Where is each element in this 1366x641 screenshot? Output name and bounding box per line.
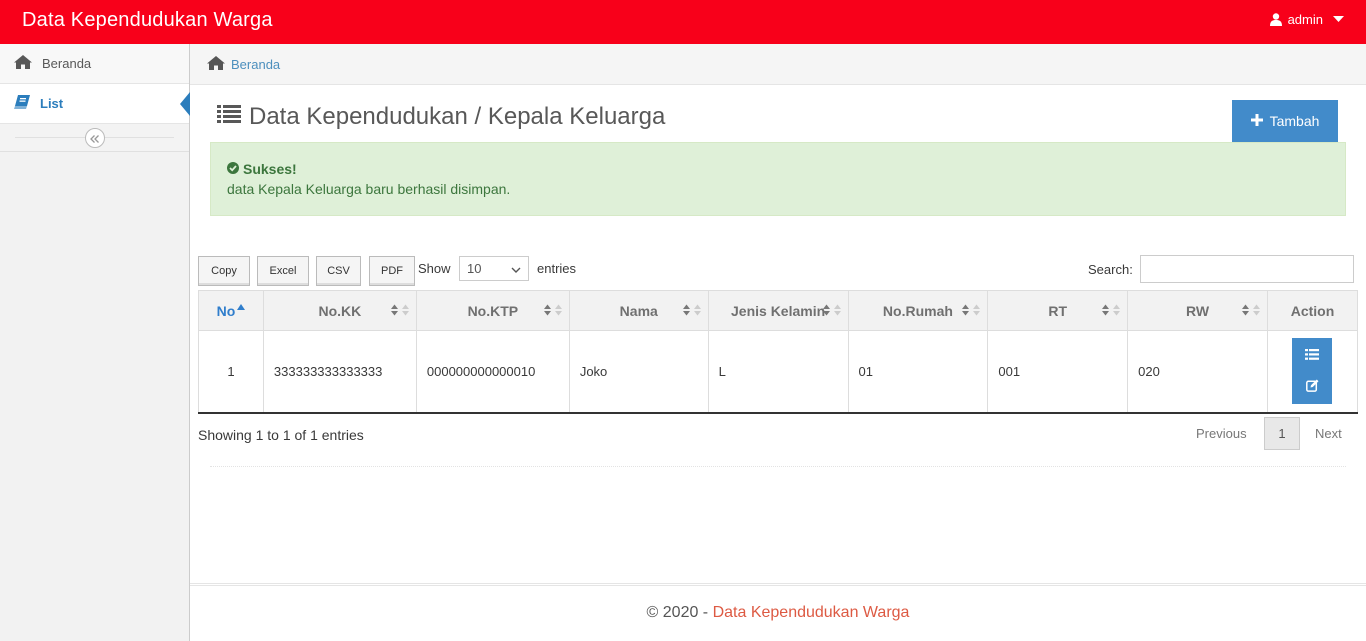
- alert-title: Sukses!: [243, 161, 297, 177]
- footer-brand: Data Kependudukan Warga: [712, 604, 910, 621]
- csv-button[interactable]: CSV: [316, 256, 361, 286]
- sort-icon: [390, 304, 410, 316]
- column-header-no-kk[interactable]: No.KK: [262, 290, 417, 331]
- sidebar: Beranda List: [0, 44, 190, 641]
- table-row: 1 333333333333333 000000000000010 Joko L…: [198, 330, 1359, 413]
- cell-jenis-kelamin: L: [707, 330, 849, 413]
- footer-copyright: © 2020 -: [646, 604, 713, 621]
- entries-label: entries: [537, 261, 577, 276]
- edit-icon[interactable]: [1306, 379, 1319, 395]
- cell-rt: 001: [987, 330, 1129, 413]
- sidebar-item-list[interactable]: List: [0, 84, 190, 124]
- cell-no-rumah: 01: [847, 330, 989, 413]
- sidebar-collapse: [0, 124, 189, 152]
- home-icon: [207, 55, 225, 73]
- search-label: Search:: [1088, 262, 1133, 277]
- cell-no: 1: [198, 330, 264, 413]
- sort-icon: [543, 304, 563, 316]
- table-header-row: No No.KK No.KTP Nama Jenis Kelamin No.Ru…: [198, 290, 1359, 331]
- column-header-no-rumah[interactable]: No.Rumah: [847, 290, 989, 331]
- pdf-button[interactable]: PDF: [369, 256, 415, 286]
- page-title-text: Data Kependudukan / Kepala Keluarga: [249, 103, 666, 130]
- sidebar-item-beranda[interactable]: Beranda: [0, 44, 189, 84]
- breadcrumb: Beranda: [190, 44, 1366, 85]
- column-header-no-ktp[interactable]: No.KTP: [415, 290, 570, 331]
- active-pointer: [180, 92, 190, 116]
- cell-action: [1266, 330, 1359, 413]
- column-header-action: Action: [1266, 290, 1359, 331]
- success-alert: Sukses! data Kepala Keluarga baru berhas…: [210, 142, 1346, 216]
- divider: [210, 466, 1346, 467]
- sort-icon: [682, 304, 702, 316]
- excel-button[interactable]: Excel: [257, 256, 309, 286]
- user-name: admin: [1287, 12, 1323, 27]
- add-button-label: Tambah: [1269, 113, 1320, 129]
- pagination-next[interactable]: Next: [1315, 426, 1342, 441]
- chevron-down-icon: [511, 261, 521, 276]
- column-header-jenis-kelamin[interactable]: Jenis Kelamin: [707, 290, 849, 331]
- caret-down-icon: [1333, 16, 1344, 23]
- book-icon: [14, 95, 30, 112]
- navbar: Data Kependudukan Warga admin: [0, 0, 1366, 44]
- sidebar-item-label: Beranda: [42, 56, 92, 71]
- user-menu[interactable]: admin: [1269, 12, 1344, 27]
- cell-nama: Joko: [568, 330, 709, 413]
- search-input[interactable]: [1140, 255, 1354, 283]
- action-buttons: [1292, 338, 1333, 405]
- list-icon: [217, 103, 241, 131]
- footer-divider: [190, 583, 1366, 586]
- column-header-nama[interactable]: Nama: [568, 290, 709, 331]
- show-label: Show: [418, 261, 451, 276]
- detail-list-icon[interactable]: [1305, 348, 1320, 363]
- column-header-rw[interactable]: RW: [1127, 290, 1268, 331]
- sort-icon: [961, 304, 981, 316]
- sort-icon: [1101, 304, 1121, 316]
- navbar-brand[interactable]: Data Kependudukan Warga: [22, 9, 273, 32]
- page-length-value: 10: [467, 261, 482, 276]
- user-icon: [1269, 13, 1282, 26]
- sidebar-collapse-button[interactable]: [85, 128, 105, 148]
- cell-rw: 020: [1127, 330, 1268, 413]
- add-button[interactable]: Tambah: [1232, 100, 1338, 142]
- page-title: Data Kependudukan / Kepala Keluarga: [217, 103, 665, 131]
- table-info: Showing 1 to 1 of 1 entries: [198, 427, 364, 443]
- sidebar-item-label: List: [40, 96, 64, 111]
- sort-icon: [1241, 304, 1261, 316]
- copy-button[interactable]: Copy: [198, 256, 250, 286]
- column-header-no[interactable]: No: [198, 290, 264, 331]
- cell-no-kk: 333333333333333: [262, 330, 417, 413]
- home-icon: [14, 55, 32, 72]
- check-circle-icon: [227, 161, 239, 177]
- plus-icon: [1250, 113, 1263, 129]
- column-header-rt[interactable]: RT: [987, 290, 1129, 331]
- pagination-previous[interactable]: Previous: [1196, 426, 1247, 441]
- sort-icon: [822, 304, 842, 316]
- breadcrumb-home-link[interactable]: Beranda: [231, 57, 280, 72]
- footer: © 2020 - Data Kependudukan Warga: [190, 604, 1366, 622]
- sort-asc-icon: [235, 303, 246, 319]
- page-length-select[interactable]: 10: [459, 256, 529, 281]
- cell-no-ktp: 000000000000010: [415, 330, 570, 413]
- double-chevron-left-icon: [90, 131, 100, 146]
- pagination-page-1[interactable]: 1: [1264, 417, 1300, 450]
- alert-message: data Kepala Keluarga baru berhasil disim…: [227, 181, 511, 197]
- data-table: No No.KK No.KTP Nama Jenis Kelamin No.Ru…: [198, 290, 1359, 414]
